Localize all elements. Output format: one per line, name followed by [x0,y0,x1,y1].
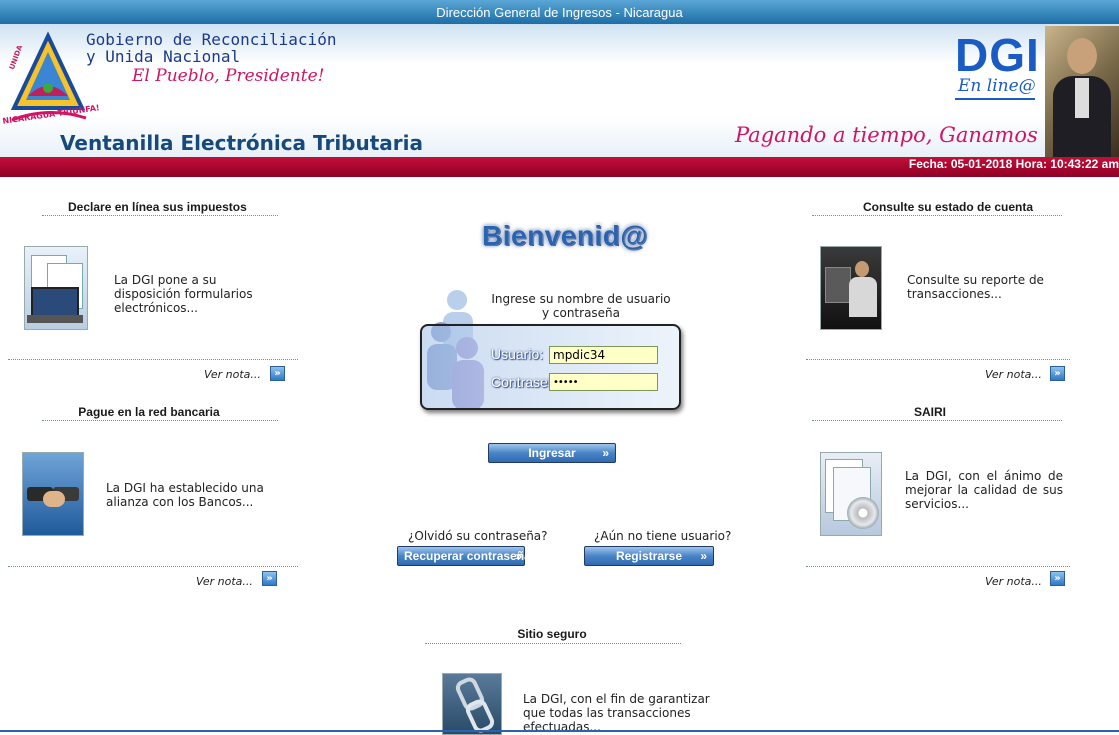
computer-user-image [820,246,882,330]
consulte-ver-nota-button[interactable]: » [1050,366,1065,381]
pague-ver-nota-button[interactable]: » [262,571,277,586]
pague-title-line [42,420,278,421]
pague-description: La DGI ha establecido una alianza con lo… [106,481,264,509]
dgi-underline [955,98,1035,100]
sairi-ver-nota-button[interactable]: » [1050,571,1065,586]
password-label: Contraseña: [491,374,549,390]
portrait-image [1045,26,1119,157]
forgot-password-prompt: ¿Olvidó su contraseña? [408,529,548,543]
pague-title: Pague en la red bancaria [78,405,220,419]
gov-slogan: El Pueblo, Presidente! [132,66,325,86]
login-instruction: Ingrese su nombre de usuario y contraseñ… [491,292,671,320]
header-banner: UNIDA NICARAGUA TRIUNFA! Gobierno de Rec… [0,24,1119,157]
recover-password-label: Recuperar contraseña [404,549,531,563]
login-panel [420,324,681,410]
username-input[interactable] [549,346,658,364]
sairi-title: SAIRI [913,405,946,419]
secure-chain-image [442,673,502,735]
handshake-image [22,452,84,536]
dgi-online-text: En line@ [958,76,1036,96]
consulte-title-line [812,215,1062,216]
cd-documents-image [820,452,882,536]
declare-ver-nota-link[interactable]: Ver nota... [204,368,261,381]
register-label: Registrarse [615,549,683,563]
sairi-footer-line [806,566,1070,567]
sairi-title-line [812,420,1062,421]
welcome-heading: Bienvenid@ [482,220,649,251]
dgi-logo: DGI [955,29,1040,81]
recover-password-chevron-icon: » [515,549,522,563]
secure-site-title-line [425,643,681,644]
declare-title-line [42,215,278,216]
top-title-text: Dirección General de Ingresos - Nicaragu… [436,5,683,20]
gov-name-line2: y Unida Nacional [86,47,241,66]
consulte-title: Consulte su estado de cuenta [862,200,1034,214]
recover-password-button[interactable]: Recuperar contraseña » [397,546,531,566]
consulte-footer-line [806,359,1070,360]
declare-description: La DGI pone a su disposición formularios… [114,273,253,315]
laptop-forms-image [24,246,88,330]
ingresar-label: Ingresar [528,446,576,460]
secure-site-title: Sitio seguro [517,627,587,641]
top-title-bar: Dirección General de Ingresos - Nicaragu… [0,0,1119,24]
consulte-description: Consulte su reporte de transacciones... [907,273,1044,301]
declare-title: Declare en línea sus impuestos [68,200,247,214]
app-title: Ventanilla Electrónica Tributaria [60,131,424,155]
pague-ver-nota-link[interactable]: Ver nota... [196,575,253,588]
register-chevron-icon: » [700,549,707,563]
declare-ver-nota-button[interactable]: » [270,366,285,381]
sairi-ver-nota-link[interactable]: Ver nota... [985,575,1042,588]
date-time-text: Fecha: 05-01-2018 Hora: 10:43:22 am [908,157,1119,171]
secure-site-description: La DGI, con el fin de garantizar que tod… [523,692,710,734]
pague-footer-line [8,566,298,567]
ingresar-chevron-icon: » [602,446,609,460]
register-button[interactable]: Registrarse » [584,546,714,566]
password-input[interactable] [549,373,658,391]
username-label: Usuario: [491,346,544,362]
declare-footer-line [8,359,298,360]
ingresar-button[interactable]: Ingresar » [488,443,616,463]
sairi-description: La DGI, con el ánimo de mejorar la calid… [905,469,1063,511]
consulte-ver-nota-link[interactable]: Ver nota... [985,368,1042,381]
register-prompt: ¿Aún no tiene usuario? [594,529,732,543]
